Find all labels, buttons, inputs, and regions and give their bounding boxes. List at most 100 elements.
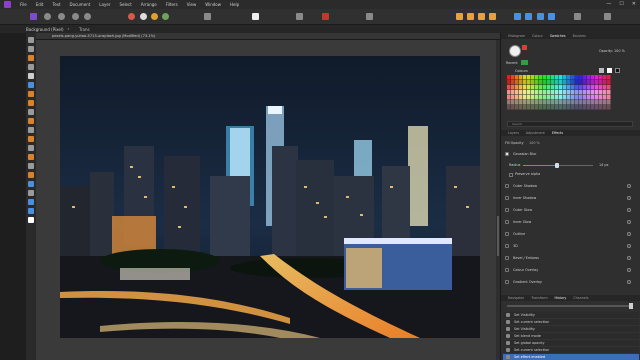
effect-row[interactable]: 3D bbox=[505, 241, 637, 250]
clone-tool-icon[interactable] bbox=[28, 145, 34, 151]
swatch[interactable] bbox=[531, 105, 535, 110]
snapping-icon[interactable] bbox=[514, 13, 521, 20]
swatch[interactable] bbox=[571, 75, 575, 80]
swatch[interactable] bbox=[595, 80, 599, 85]
gear-icon[interactable] bbox=[627, 207, 631, 212]
tab-effects[interactable]: Effects bbox=[552, 131, 563, 135]
swatch[interactable] bbox=[523, 90, 527, 95]
maximize-button[interactable]: ☐ bbox=[619, 1, 623, 7]
swatch[interactable] bbox=[515, 100, 519, 105]
tab-navigator[interactable]: Navigator bbox=[508, 296, 524, 300]
swatch-opacity[interactable]: Opacity: 100 % bbox=[599, 49, 625, 53]
swatch[interactable] bbox=[587, 100, 591, 105]
effect-checkbox[interactable] bbox=[505, 195, 509, 200]
insert-behind-icon[interactable] bbox=[537, 13, 544, 20]
flood-select-icon[interactable] bbox=[28, 73, 34, 79]
swatch[interactable] bbox=[507, 85, 511, 90]
rectangle-tool-icon[interactable] bbox=[28, 199, 34, 205]
gear-icon[interactable] bbox=[627, 279, 631, 284]
canvas-area[interactable] bbox=[36, 40, 500, 360]
radius-value[interactable]: 14 px bbox=[599, 163, 609, 167]
menu-layer[interactable]: Layer bbox=[99, 2, 110, 7]
user-account-icon[interactable] bbox=[604, 13, 611, 20]
swatch[interactable] bbox=[515, 80, 519, 85]
history-item[interactable]: Set Visibility bbox=[503, 312, 639, 319]
swatch[interactable] bbox=[571, 105, 575, 110]
blur-brush-icon[interactable] bbox=[28, 154, 34, 160]
swatch[interactable] bbox=[591, 105, 595, 110]
swatch[interactable] bbox=[531, 100, 535, 105]
swatch[interactable] bbox=[511, 75, 515, 80]
add-swatch-icon[interactable] bbox=[607, 68, 612, 73]
swatch[interactable] bbox=[583, 105, 587, 110]
swatch[interactable] bbox=[543, 95, 547, 100]
swatch[interactable] bbox=[547, 85, 551, 90]
swatch-none-icon[interactable] bbox=[615, 68, 620, 73]
swatch[interactable] bbox=[599, 90, 603, 95]
swatch[interactable] bbox=[551, 75, 555, 80]
arrange-back-icon[interactable] bbox=[456, 13, 463, 20]
swatch[interactable] bbox=[543, 90, 547, 95]
swatch[interactable] bbox=[515, 85, 519, 90]
swatch[interactable] bbox=[591, 75, 595, 80]
tab-colour[interactable]: Colour bbox=[532, 34, 543, 38]
persona-develop-icon[interactable] bbox=[58, 13, 65, 20]
swatch[interactable] bbox=[607, 100, 611, 105]
tab-brushes[interactable]: Brushes bbox=[573, 34, 586, 38]
history-item[interactable]: Set current selection bbox=[503, 347, 639, 354]
swatch[interactable] bbox=[507, 75, 511, 80]
swatch[interactable] bbox=[563, 95, 567, 100]
swatch[interactable] bbox=[539, 100, 543, 105]
swatch[interactable] bbox=[523, 105, 527, 110]
swatch[interactable] bbox=[591, 100, 595, 105]
paint-brush-icon[interactable] bbox=[28, 91, 34, 97]
effect-row[interactable]: Outer Glow bbox=[505, 205, 637, 214]
effect-row[interactable]: Bevel / Emboss bbox=[505, 253, 637, 262]
swatch[interactable] bbox=[603, 85, 607, 90]
gear-icon[interactable] bbox=[627, 231, 631, 236]
persona-tonemap-icon[interactable] bbox=[72, 13, 79, 20]
swatch[interactable] bbox=[535, 85, 539, 90]
swatch[interactable] bbox=[567, 90, 571, 95]
swatch[interactable] bbox=[515, 95, 519, 100]
swatch[interactable] bbox=[607, 95, 611, 100]
menu-document[interactable]: Document bbox=[70, 2, 91, 7]
swatch[interactable] bbox=[507, 80, 511, 85]
swatch[interactable] bbox=[571, 80, 575, 85]
swatch[interactable] bbox=[599, 80, 603, 85]
effect-checkbox[interactable] bbox=[505, 255, 509, 260]
swatch[interactable] bbox=[595, 100, 599, 105]
swatch[interactable] bbox=[607, 75, 611, 80]
gear-icon[interactable] bbox=[627, 255, 631, 260]
swatch[interactable] bbox=[583, 100, 587, 105]
swatch[interactable] bbox=[511, 85, 515, 90]
effect-checkbox[interactable] bbox=[505, 243, 509, 248]
swatch[interactable] bbox=[547, 100, 551, 105]
palette-menu-icon[interactable] bbox=[599, 68, 604, 73]
swatch[interactable] bbox=[527, 75, 531, 80]
swatch[interactable] bbox=[579, 95, 583, 100]
swatch[interactable] bbox=[603, 95, 607, 100]
menu-text[interactable]: Text bbox=[52, 2, 60, 7]
crop-tool-icon[interactable] bbox=[28, 55, 34, 61]
document-tab[interactable]: pexels-pang-yuhao-5713-unsplash.jpg (Mod… bbox=[36, 33, 500, 40]
swatch[interactable] bbox=[507, 105, 511, 110]
swatch[interactable] bbox=[575, 100, 579, 105]
swatch[interactable] bbox=[511, 80, 515, 85]
arrange-forward-icon[interactable] bbox=[478, 13, 485, 20]
persona-liquify-icon[interactable] bbox=[44, 13, 51, 20]
menu-select[interactable]: Select bbox=[119, 2, 131, 7]
swatch[interactable] bbox=[539, 85, 543, 90]
swatch[interactable] bbox=[519, 95, 523, 100]
history-item[interactable]: Set global opacity bbox=[503, 340, 639, 347]
swatch[interactable] bbox=[575, 80, 579, 85]
tab-channels[interactable]: Channels bbox=[573, 296, 588, 300]
brush-selection-icon[interactable] bbox=[296, 13, 303, 20]
swatch[interactable] bbox=[523, 100, 527, 105]
swatch[interactable] bbox=[563, 80, 567, 85]
swatch[interactable] bbox=[523, 85, 527, 90]
swatch[interactable] bbox=[531, 80, 535, 85]
swatch[interactable] bbox=[527, 90, 531, 95]
effect-row[interactable]: Inner Glow bbox=[505, 217, 637, 226]
swatch[interactable] bbox=[531, 95, 535, 100]
